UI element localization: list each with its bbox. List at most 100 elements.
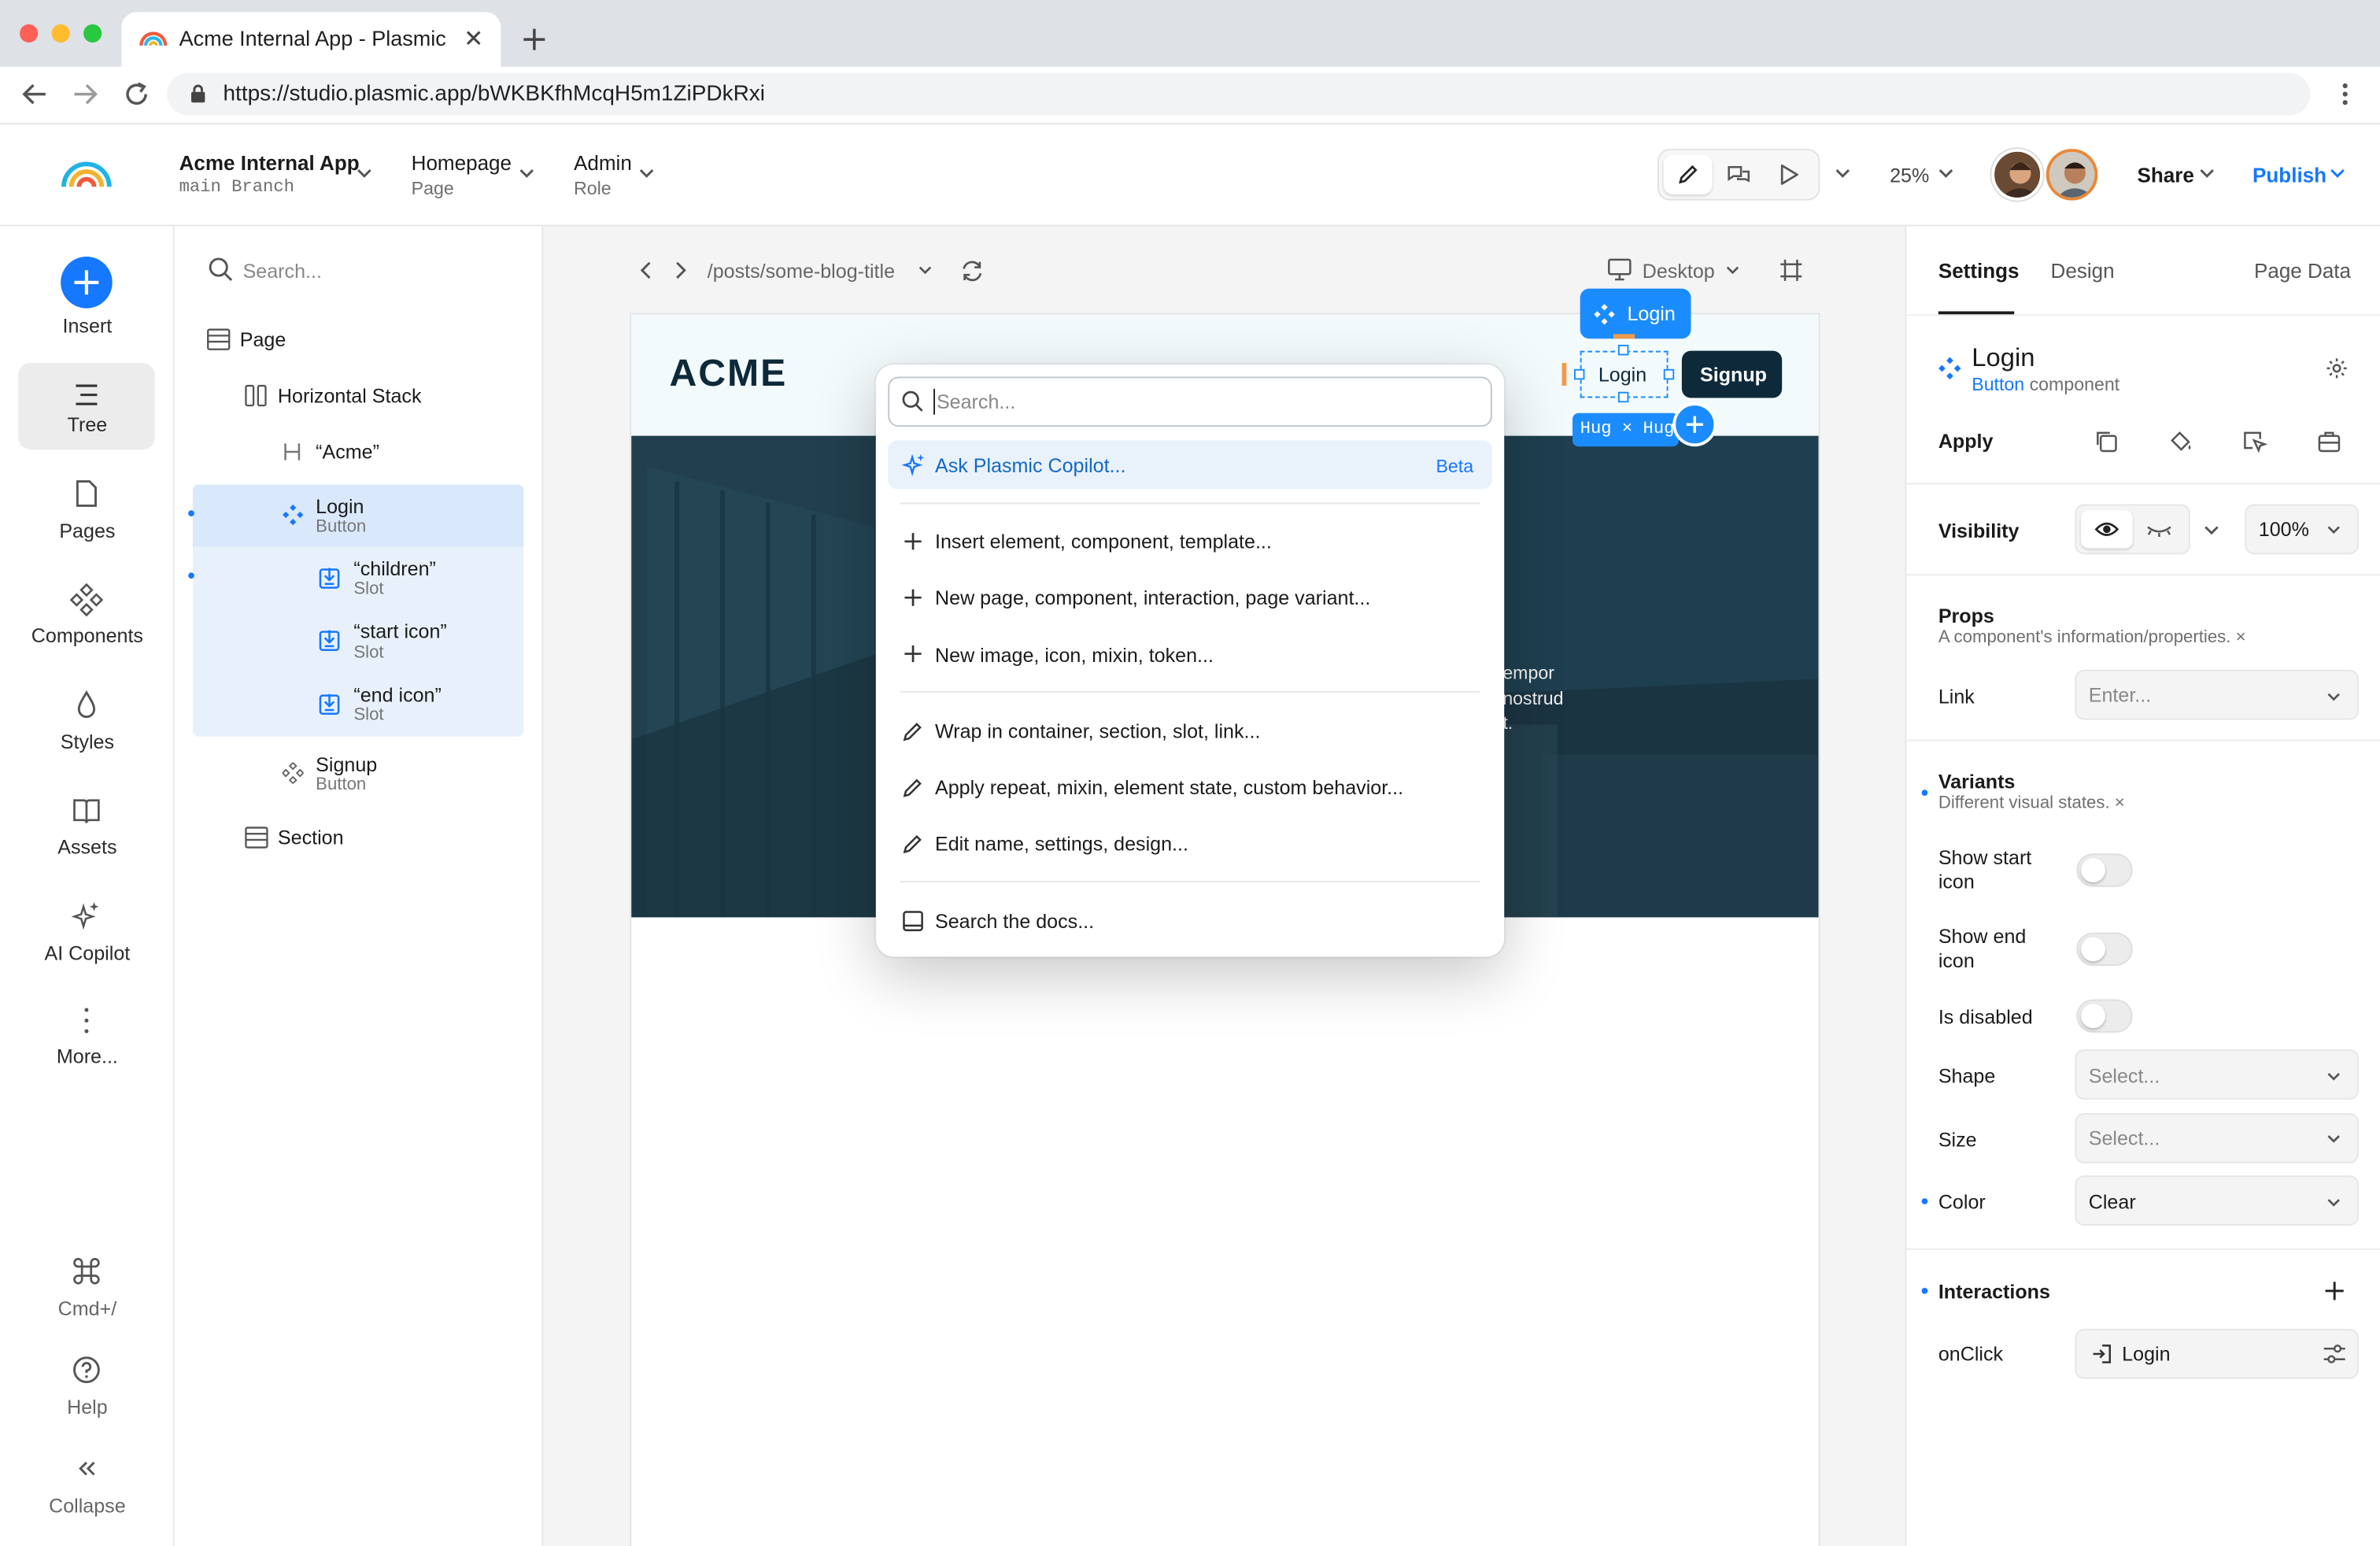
palette-item-wrap[interactable]: Wrap in container, section, slot, link..… xyxy=(935,719,1260,742)
spacing-handle[interactable] xyxy=(1561,363,1567,386)
plasmic-logo-icon[interactable] xyxy=(61,158,113,189)
plus-circle-icon[interactable] xyxy=(61,257,113,309)
palette-item-new-image[interactable]: New image, icon, mixin, token... xyxy=(935,644,1214,667)
resize-handle[interactable] xyxy=(1663,368,1675,380)
is-disabled-toggle[interactable] xyxy=(2076,999,2133,1033)
droplet-icon[interactable] xyxy=(70,688,103,721)
file-icon[interactable] xyxy=(70,477,103,510)
show-end-icon-toggle[interactable] xyxy=(2076,932,2133,967)
chevron-right-icon[interactable] xyxy=(672,261,687,279)
role-switcher[interactable]: Admin Role xyxy=(574,152,632,199)
add-element-button[interactable] xyxy=(1672,402,1717,447)
chevron-down-icon[interactable] xyxy=(1835,168,1850,179)
spacing-handle[interactable] xyxy=(1613,334,1635,339)
chevron-down-icon[interactable] xyxy=(918,266,932,276)
frame-icon[interactable] xyxy=(1779,258,1803,283)
publish-button[interactable]: Publish xyxy=(2252,164,2326,187)
refresh-icon[interactable] xyxy=(959,258,985,284)
window-close-dot[interactable] xyxy=(20,24,39,43)
new-tab-icon[interactable] xyxy=(522,28,546,52)
chevron-down-icon[interactable] xyxy=(2200,168,2215,179)
tab-close-icon[interactable] xyxy=(464,29,482,47)
zoom-level[interactable]: 25% xyxy=(1890,164,1929,187)
collapse-icon[interactable] xyxy=(70,1452,103,1485)
help-icon[interactable] xyxy=(70,1353,103,1386)
avatar[interactable] xyxy=(2046,149,2098,201)
nav-collapse[interactable]: Collapse xyxy=(0,1494,175,1517)
page-switcher[interactable]: Homepage Page xyxy=(412,152,512,199)
nav-components[interactable]: Components xyxy=(0,624,175,647)
tab-settings[interactable]: Settings xyxy=(1938,260,2020,283)
chevron-down-icon[interactable] xyxy=(2330,168,2345,179)
chevron-down-icon[interactable] xyxy=(1938,168,1953,179)
tree-node-signup[interactable]: Signup xyxy=(316,753,377,776)
tree-node-end-icon-slot[interactable]: “end icon” xyxy=(353,683,441,706)
reload-icon[interactable] xyxy=(123,80,150,108)
chevron-left-icon[interactable] xyxy=(639,261,654,279)
palette-item-edit[interactable]: Edit name, settings, design... xyxy=(935,832,1188,855)
share-button[interactable]: Share xyxy=(2137,164,2193,187)
tree-node-acme[interactable]: “Acme” xyxy=(316,440,379,463)
avatar[interactable] xyxy=(1991,149,2043,201)
project-switcher[interactable]: Acme Internal App main Branch xyxy=(179,152,360,198)
tree-icon[interactable] xyxy=(70,378,103,411)
tree-node-children-slot[interactable]: “children” xyxy=(353,557,436,580)
palette-item-apply[interactable]: Apply repeat, mixin, element state, cust… xyxy=(935,776,1403,799)
components-icon[interactable] xyxy=(69,583,104,617)
visible-button[interactable] xyxy=(2081,510,2133,549)
palette-item-new-page[interactable]: New page, component, interaction, page v… xyxy=(935,586,1370,609)
resize-handle[interactable] xyxy=(1617,391,1629,403)
nav-help[interactable]: Help xyxy=(0,1396,175,1418)
palette-item-insert[interactable]: Insert element, component, template... xyxy=(935,530,1272,553)
nav-ai-copilot[interactable]: AI Copilot xyxy=(0,941,175,964)
gear-icon[interactable] xyxy=(2326,357,2349,379)
browser-menu-icon[interactable] xyxy=(2338,82,2352,106)
onclick-action[interactable] xyxy=(2075,1329,2360,1379)
nav-tree[interactable]: Tree xyxy=(0,413,175,436)
sliders-icon[interactable] xyxy=(2323,1343,2347,1366)
nav-insert[interactable]: Insert xyxy=(0,314,175,337)
window-minimize-dot[interactable] xyxy=(51,24,70,43)
chevron-down-icon[interactable] xyxy=(2204,526,2219,537)
component-type-link[interactable]: Button xyxy=(1972,374,2024,395)
tab-design[interactable]: Design xyxy=(2051,260,2115,283)
back-icon[interactable] xyxy=(21,82,49,106)
tree-node-page[interactable]: Page xyxy=(240,328,286,351)
tree-node-horizontal-stack[interactable]: Horizontal Stack xyxy=(278,384,422,407)
window-maximize-dot[interactable] xyxy=(83,24,102,43)
palette-item-docs[interactable]: Search the docs... xyxy=(935,910,1094,933)
nav-pages[interactable]: Pages xyxy=(0,520,175,542)
play-icon[interactable] xyxy=(1779,162,1800,187)
cursor-select-icon[interactable] xyxy=(2242,428,2268,454)
copy-icon[interactable] xyxy=(2094,428,2119,454)
hidden-button[interactable] xyxy=(2140,510,2178,548)
comments-icon[interactable] xyxy=(1726,162,1752,187)
resize-handle[interactable] xyxy=(1573,368,1585,380)
nav-styles[interactable]: Styles xyxy=(0,730,175,753)
more-vertical-icon[interactable] xyxy=(70,1004,103,1037)
chevron-down-icon[interactable] xyxy=(519,168,534,179)
nav-more[interactable]: More... xyxy=(0,1045,175,1067)
canvas-login-button[interactable]: Login xyxy=(1598,363,1646,386)
resize-handle[interactable] xyxy=(1617,344,1629,356)
chevron-down-icon[interactable] xyxy=(639,168,654,179)
tree-search-input[interactable]: Search... xyxy=(243,260,322,283)
device-selector[interactable]: Desktop xyxy=(1643,260,1715,283)
url-text[interactable]: https://studio.plasmic.app/bWKBKfhMcqH5m… xyxy=(224,82,766,106)
sparkles-icon[interactable] xyxy=(70,899,103,932)
nav-assets[interactable]: Assets xyxy=(0,835,175,858)
chevron-down-icon[interactable] xyxy=(357,168,371,179)
paint-bucket-icon[interactable] xyxy=(2168,428,2193,454)
chevron-down-icon[interactable] xyxy=(1726,266,1739,276)
forward-icon[interactable] xyxy=(72,82,99,106)
component-name[interactable]: Login xyxy=(1972,343,2034,374)
tree-node-section[interactable]: Section xyxy=(278,827,344,849)
add-interaction-icon[interactable] xyxy=(2324,1280,2345,1301)
acme-brand-text[interactable]: ACME xyxy=(670,353,788,397)
command-icon[interactable] xyxy=(70,1255,103,1288)
tree-node-start-icon-slot[interactable]: “start icon” xyxy=(353,620,446,642)
show-start-icon-toggle[interactable] xyxy=(2076,853,2133,887)
nav-cmd-shortcut[interactable]: Cmd+/ xyxy=(0,1297,175,1320)
route-path[interactable]: /posts/some-blog-title xyxy=(708,260,895,283)
tree-node-login[interactable]: Login xyxy=(316,495,364,518)
